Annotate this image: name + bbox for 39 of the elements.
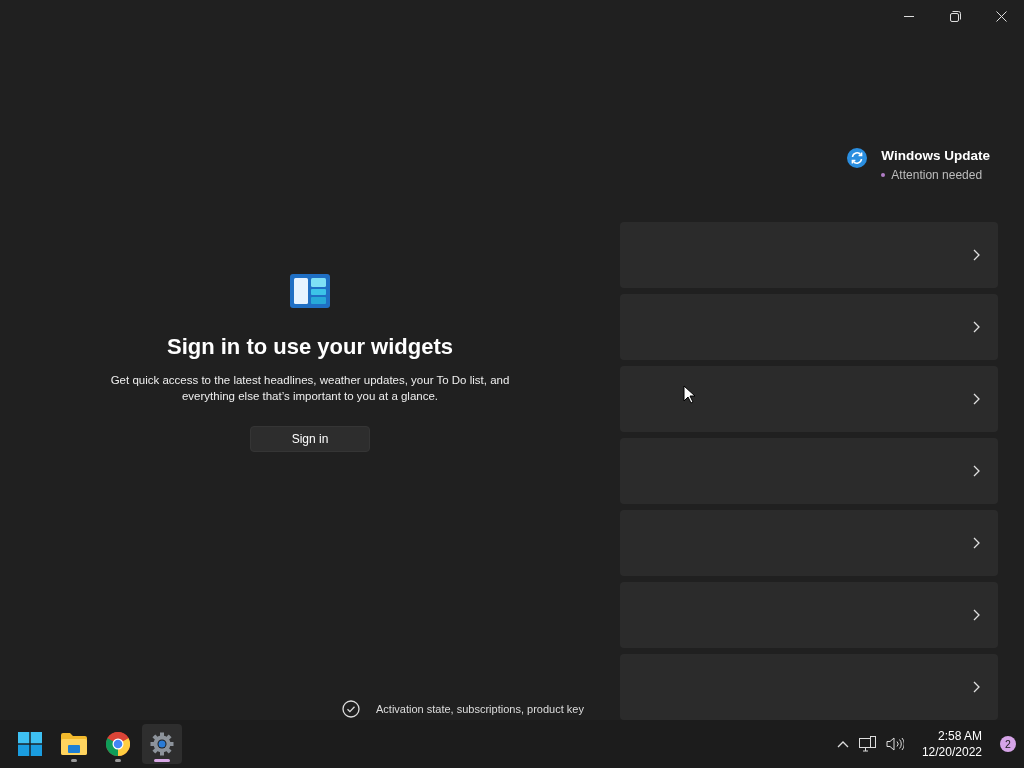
chevron-right-icon: [973, 681, 980, 693]
gear-icon: [150, 732, 174, 756]
browser-icon: [106, 732, 130, 756]
notification-badge[interactable]: 2: [1000, 736, 1016, 752]
settings-card[interactable]: [620, 582, 998, 648]
settings-card[interactable]: [620, 366, 998, 432]
minimize-icon: [904, 15, 914, 17]
chevron-right-icon: [973, 249, 980, 261]
windows-logo-icon: [18, 732, 42, 756]
settings-card[interactable]: [620, 438, 998, 504]
widgets-description: Get quick access to the latest headlines, weather updates, your To Do list, and everything else that’s important to you at a glance.: [110, 373, 510, 404]
restore-icon: [949, 10, 961, 22]
clock-time[interactable]: 2:58 AM: [937, 728, 982, 744]
chevron-right-icon: [973, 609, 980, 621]
sign-in-button[interactable]: Sign in: [250, 426, 370, 452]
widgets-heading: Sign in to use your widgets: [167, 334, 453, 360]
chevron-right-icon: [973, 465, 980, 477]
settings-button[interactable]: [142, 724, 182, 764]
chevron-right-icon: [973, 537, 980, 549]
settings-card[interactable]: [620, 654, 998, 720]
pointer-icon: [683, 385, 695, 404]
clock-date[interactable]: 12/20/2022: [921, 744, 982, 760]
check-circle-icon: [342, 700, 360, 718]
widgets-icon: [290, 274, 330, 308]
activation-label: Activation state, subscriptions, product key: [376, 703, 584, 715]
settings-card[interactable]: [620, 294, 998, 360]
sync-icon: [847, 148, 868, 168]
status-dot: [881, 173, 886, 177]
volume-icon[interactable]: [885, 737, 904, 751]
chevron-up-icon[interactable]: [836, 740, 849, 748]
close-icon: [995, 10, 1007, 22]
update-status: Attention needed: [891, 168, 983, 182]
chevron-right-icon: [973, 321, 980, 333]
settings-card[interactable]: [620, 222, 998, 288]
settings-card[interactable]: [620, 510, 998, 576]
folder-icon: [61, 733, 87, 755]
chevron-right-icon: [973, 393, 980, 405]
network-icon[interactable]: [858, 736, 876, 752]
update-title: Windows Update: [881, 148, 990, 163]
